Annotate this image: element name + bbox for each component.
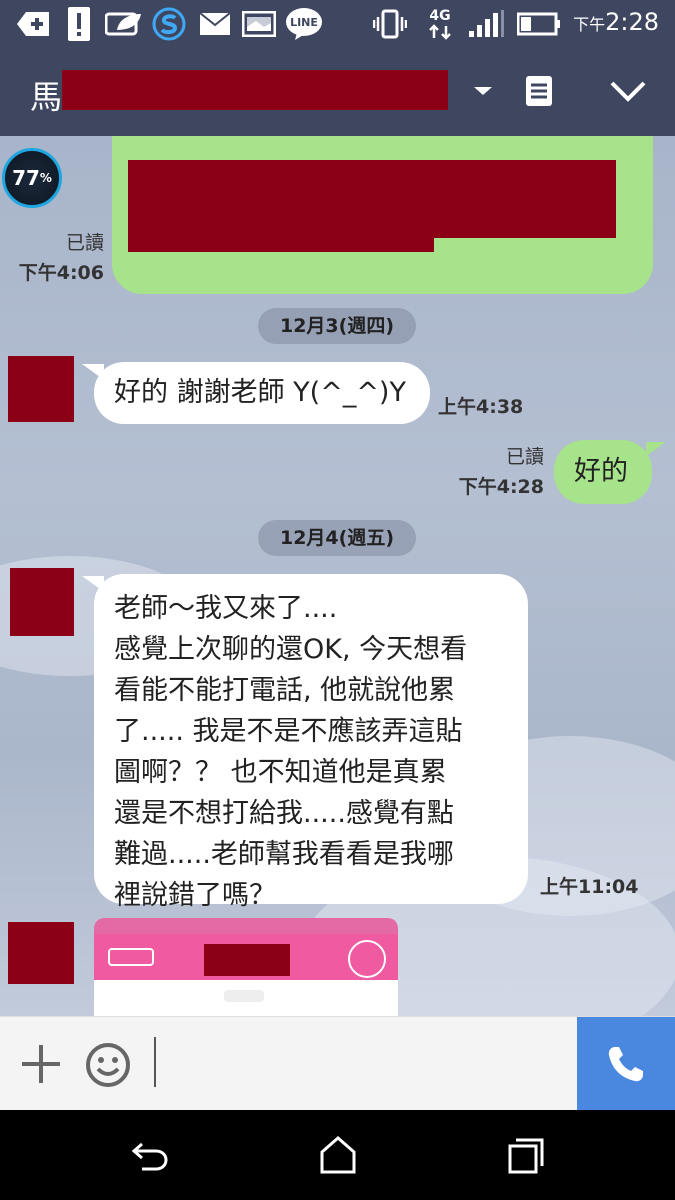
date-divider: 12月4(週五)	[258, 520, 416, 556]
vibrate-icon	[372, 0, 408, 48]
message-meta: 已讀 下午4:28	[440, 442, 544, 502]
battery-icon	[514, 0, 564, 48]
message-redaction	[128, 214, 434, 252]
message-line: 裡說錯了嗎？	[114, 880, 276, 911]
message-line: 還是不想打給我.....感覺有點	[114, 798, 454, 829]
message-line: 看能不能打電話, 他就說他累	[114, 675, 456, 706]
contact-name-redaction	[62, 70, 448, 110]
floating-percent-badge[interactable]: 77%	[2, 148, 62, 208]
image-statusbar	[94, 918, 398, 934]
message-time: 下午4:06	[18, 262, 104, 284]
avatar[interactable]	[8, 356, 74, 422]
message-image[interactable]	[94, 918, 398, 1016]
emoji-icon[interactable]	[84, 1041, 132, 1089]
message-meta: 已讀 下午4:06	[0, 228, 104, 288]
image-back-button	[108, 948, 154, 966]
read-receipt: 已讀	[65, 232, 104, 254]
s-app-icon	[150, 0, 188, 48]
message-line: 圖啊？？ 也不知道他是真累	[114, 757, 447, 788]
network-4g-icon: 4G	[420, 0, 460, 48]
alert-icon	[64, 0, 94, 48]
message-time: 上午4:38	[438, 396, 524, 418]
recent-apps-icon[interactable]	[506, 1136, 546, 1176]
dropdown-chevron-icon[interactable]	[470, 78, 496, 104]
text-cursor	[154, 1037, 156, 1087]
message-text: 好的	[574, 456, 628, 487]
signal-icon	[466, 0, 506, 48]
image-avatar	[348, 940, 386, 978]
message-line: 老師～我又來了....	[114, 593, 338, 624]
phone-icon	[608, 1047, 643, 1082]
message-bubble-outgoing[interactable]: 好的	[554, 440, 652, 504]
avatar[interactable]	[8, 922, 74, 984]
message-line: 感覺上次聊的還OK, 今天想看	[114, 634, 468, 665]
message-bubble-incoming[interactable]: 好的 謝謝老師 Y(^_^)Y	[94, 362, 430, 424]
back-icon[interactable]	[128, 1136, 172, 1176]
call-button[interactable]	[577, 1017, 675, 1111]
date-divider: 12月3(週四)	[258, 308, 416, 344]
status-bar: LINE 4G 下午2:28	[0, 0, 675, 48]
image-date-pill	[224, 990, 264, 1002]
image-icon	[240, 0, 278, 48]
bubble-tail	[646, 442, 666, 456]
image-redaction	[204, 944, 290, 976]
read-receipt: 已讀	[505, 446, 544, 468]
status-time: 下午2:28	[573, 8, 659, 36]
add-attachment-icon[interactable]	[20, 1043, 62, 1085]
message-line: 了..... 我是不是不應該弄這貼	[114, 716, 463, 747]
message-bubble-incoming[interactable]: 老師～我又來了.... 感覺上次聊的還OK, 今天想看 看能不能打電話, 他就說…	[94, 574, 528, 911]
message-line: 難過.....老師幫我看看是我哪	[114, 839, 454, 870]
navigation-bar	[0, 1110, 675, 1200]
home-icon[interactable]	[318, 1134, 358, 1176]
chat-area[interactable]: 77% 已讀 下午4:06 12月3(週四) 好的 謝謝老師 Y(^_^)Y 上…	[0, 136, 675, 1016]
message-input[interactable]	[160, 1027, 570, 1101]
chat-header: 馬	[0, 48, 675, 136]
line-app-icon: LINE	[284, 0, 324, 48]
message-time: 下午4:28	[458, 476, 544, 498]
mail-icon	[196, 0, 234, 48]
notes-icon[interactable]	[524, 74, 558, 114]
add-notification-icon	[14, 0, 54, 48]
message-time: 上午11:04	[540, 876, 639, 898]
avatar[interactable]	[10, 568, 74, 636]
collapse-chevron-icon[interactable]	[608, 76, 652, 110]
message-bubble-outgoing[interactable]	[112, 136, 653, 294]
contact-name[interactable]: 馬	[30, 72, 62, 118]
svg-text:LINE: LINE	[290, 16, 318, 29]
message-text: 好的 謝謝老師 Y(^_^)Y	[114, 377, 406, 408]
leaf-app-icon	[104, 0, 144, 48]
message-input-bar	[0, 1016, 675, 1111]
